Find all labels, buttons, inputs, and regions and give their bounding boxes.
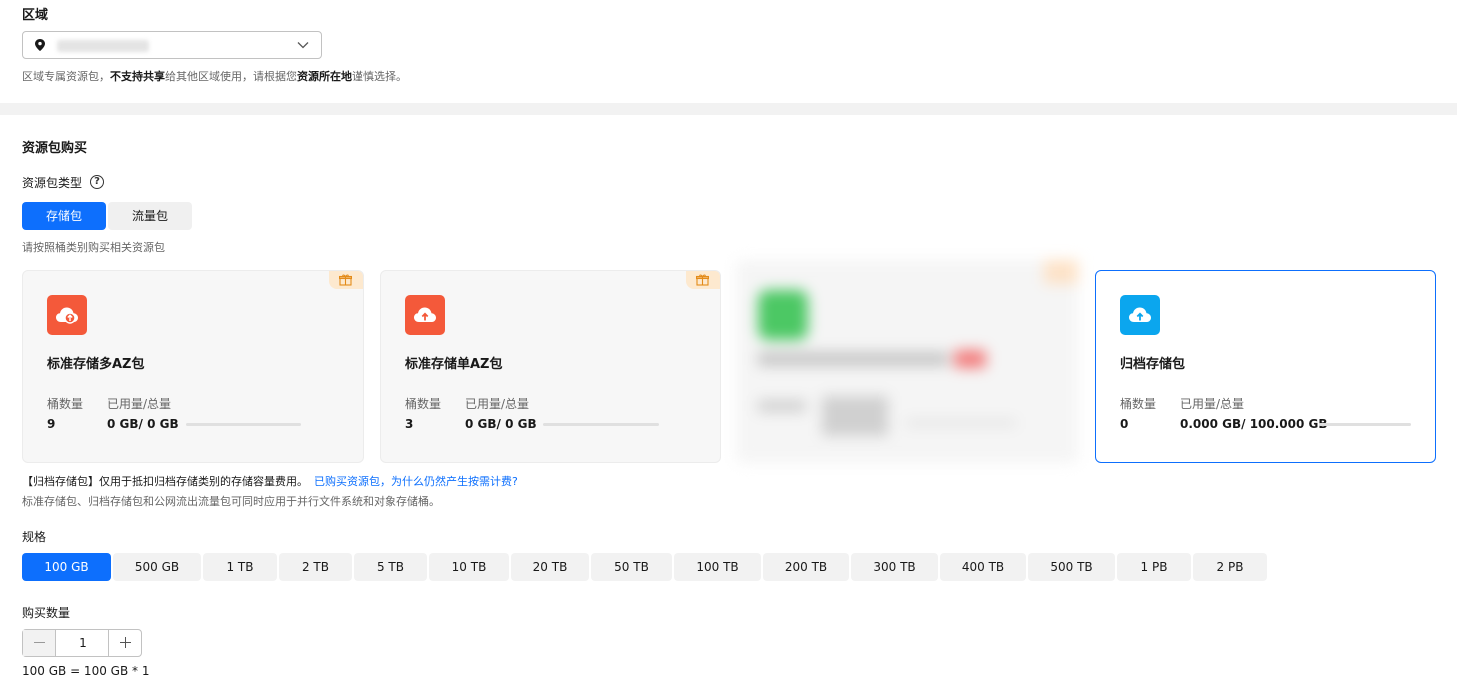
gift-icon (696, 274, 709, 286)
gift-icon (339, 274, 352, 286)
bucket-count-value: 3 (405, 417, 414, 431)
card-standard-multi-az[interactable]: 标准存储多AZ包 桶数量 已用量/总量 9 0 GB/ 0 GB (22, 270, 364, 463)
usage-progress-bar (186, 423, 301, 426)
quantity-formula: 100 GB = 100 GB * 1 (22, 664, 150, 678)
minus-icon (34, 642, 45, 643)
spec-option-10tb[interactable]: 10 TB (429, 553, 509, 581)
quantity-input[interactable]: 1 (56, 630, 110, 656)
card-title: 归档存储包 (1120, 357, 1186, 372)
cloud-upload-icon (405, 295, 445, 335)
decrease-button[interactable] (23, 630, 56, 656)
bucket-count-value: 9 (47, 417, 56, 431)
chevron-down-icon (297, 42, 309, 49)
usage-value: 0 GB/ 0 GB (465, 417, 537, 431)
tab-storage-package[interactable]: 存储包 (22, 202, 106, 230)
increase-button[interactable] (108, 630, 141, 656)
tab-traffic-package[interactable]: 流量包 (108, 202, 192, 230)
bucket-count-label: 桶数量 (405, 397, 442, 411)
spec-option-2pb[interactable]: 2 PB (1193, 553, 1267, 581)
archive-note: 【归档存储包】仅用于抵扣归档存储类别的存储容量费用。 已购买资源包，为什么仍然产生… (22, 475, 518, 488)
spec-option-200tb[interactable]: 200 TB (763, 553, 849, 581)
card-standard-single-az[interactable]: 标准存储单AZ包 桶数量 已用量/总量 3 0 GB/ 0 GB (380, 270, 721, 463)
gift-badge (329, 271, 363, 289)
card-archive-storage[interactable]: 归档存储包 桶数量 已用量/总量 0 0.000 GB/ 100.000 GB (1095, 270, 1436, 463)
usage-progress-bar (543, 423, 659, 426)
usage-progress-bar (1319, 423, 1411, 426)
section-divider (0, 103, 1457, 115)
spec-option-400tb[interactable]: 400 TB (940, 553, 1026, 581)
redacted-card (736, 260, 1078, 463)
usage-value: 0.000 GB/ 100.000 GB (1180, 417, 1328, 431)
spec-option-100tb[interactable]: 100 TB (674, 553, 761, 581)
usage-value: 0 GB/ 0 GB (107, 417, 179, 431)
usage-label: 已用量/总量 (107, 397, 172, 411)
region-label: 区域 (22, 8, 49, 23)
region-hint: 区域专属资源包，不支持共享给其他区域使用，请根据您资源所在地谨慎选择。 (22, 70, 407, 83)
billing-faq-link[interactable]: 已购买资源包，为什么仍然产生按需计费? (314, 475, 518, 488)
card-title: 标准存储多AZ包 (47, 357, 145, 372)
bucket-count-value: 0 (1120, 417, 1129, 431)
spec-option-300tb[interactable]: 300 TB (851, 553, 938, 581)
package-type-hint: 请按照桶类别购买相关资源包 (22, 241, 165, 254)
spec-option-50tb[interactable]: 50 TB (591, 553, 672, 581)
bucket-count-label: 桶数量 (1120, 397, 1157, 411)
spec-option-2tb[interactable]: 2 TB (279, 553, 352, 581)
package-scope-note: 标准存储包、归档存储包和公网流出流量包可同时应用于并行文件系统和对象存储桶。 (22, 495, 440, 508)
purchase-section-title: 资源包购买 (22, 141, 88, 156)
region-section: 区域 区域专属资源包，不支持共享给其他区域使用，请根据您资源所在地谨慎选择。 (0, 0, 1457, 103)
spec-label: 规格 (22, 530, 47, 544)
cloud-upload-icon (1120, 295, 1160, 335)
spec-option-1pb[interactable]: 1 PB (1117, 553, 1191, 581)
region-select[interactable] (22, 31, 322, 59)
help-icon[interactable]: ? (90, 175, 104, 189)
cloud-storage-icon (47, 295, 87, 335)
quantity-label: 购买数量 (22, 606, 71, 620)
location-pin-icon (35, 39, 45, 51)
spec-option-100gb[interactable]: 100 GB (22, 553, 111, 581)
spec-option-500tb[interactable]: 500 TB (1028, 553, 1115, 581)
gift-badge (686, 271, 720, 289)
usage-label: 已用量/总量 (1180, 397, 1245, 411)
bucket-count-label: 桶数量 (47, 397, 84, 411)
spec-option-1tb[interactable]: 1 TB (203, 553, 277, 581)
usage-label: 已用量/总量 (465, 397, 530, 411)
spec-option-500gb[interactable]: 500 GB (113, 553, 201, 581)
region-select-value (57, 40, 149, 52)
spec-option-20tb[interactable]: 20 TB (511, 553, 589, 581)
card-title: 标准存储单AZ包 (405, 357, 503, 372)
quantity-stepper: 1 (22, 629, 142, 657)
spec-option-5tb[interactable]: 5 TB (354, 553, 427, 581)
package-type-label: 资源包类型 (22, 176, 83, 190)
